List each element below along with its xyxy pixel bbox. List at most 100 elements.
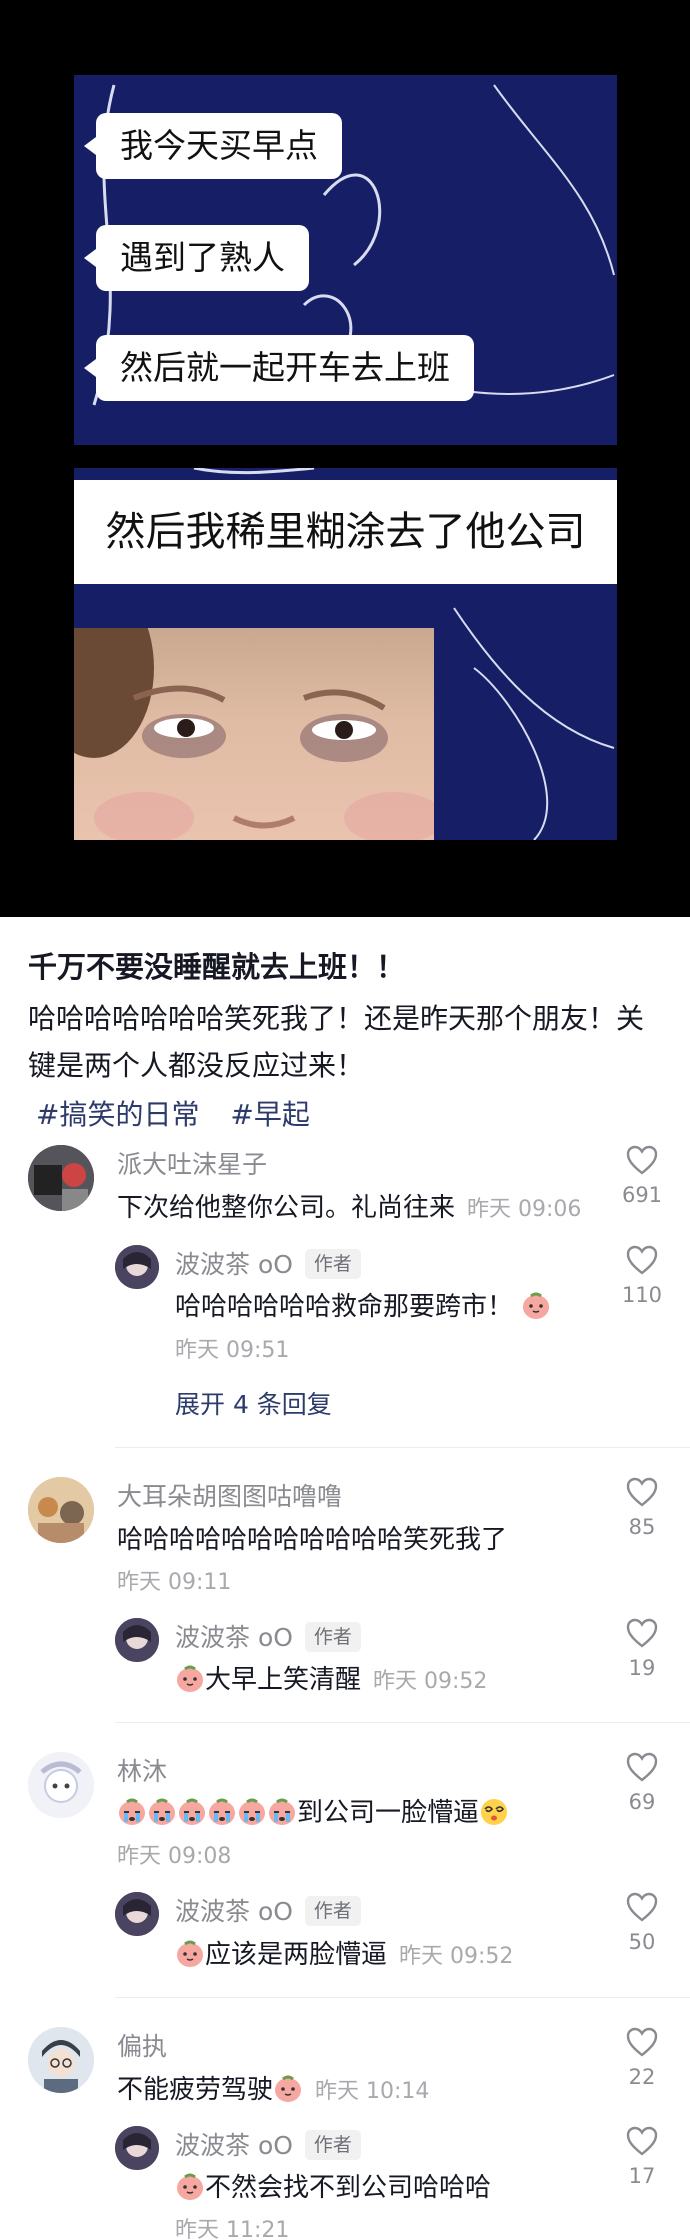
video-frame-chat: 我今天买早点 遇到了熟人 然后就一起开车去上班 (74, 75, 617, 445)
heart-outline-icon (626, 1618, 658, 1648)
reply-time: 昨天 11:21 (175, 2218, 290, 2240)
reply-author-name[interactable]: 波波茶 oO (175, 1250, 293, 1279)
comment-body: 到公司一脸懵逼 (297, 1798, 480, 1828)
reply-time: 昨天 09:52 (399, 1944, 514, 1969)
avatar[interactable] (28, 2027, 94, 2093)
heart-outline-icon (626, 2027, 658, 2057)
divider (115, 1997, 690, 1998)
hashtag-list: #搞笑的日常 #早起 (36, 1093, 332, 1133)
peach-emoji-icon (523, 1292, 550, 1319)
reply-body: 应该是两脸懵逼 (205, 1940, 388, 1970)
reply-username: 波波茶 oO 作者 (175, 1892, 361, 1928)
reply-time: 昨天 09:51 (175, 1338, 290, 1363)
author-badge: 作者 (304, 2130, 361, 2160)
avatar[interactable] (115, 1618, 159, 1662)
author-badge: 作者 (304, 1622, 361, 1652)
reply-body: 不然会找不到公司哈哈哈 (205, 2173, 492, 2203)
comment-text: 下次给他整你公司。礼尚往来 昨天 09:06 (117, 1187, 581, 1224)
heart-outline-icon (626, 1245, 658, 1275)
like-count: 691 (621, 1183, 663, 1207)
reply-text: 哈哈哈哈哈哈救命那要跨市！ (175, 1286, 551, 1323)
expand-replies-button[interactable]: 展开 4 条回复 (175, 1385, 332, 1421)
like-count: 50 (628, 1930, 656, 1954)
crying-emoji-icon (269, 1798, 295, 1825)
avatar[interactable] (28, 1752, 94, 1818)
reply-author-name[interactable]: 波波茶 oO (175, 1897, 293, 1926)
like-button[interactable] (620, 1752, 664, 1782)
avatar[interactable] (115, 1245, 159, 1289)
comment-body: 哈哈哈哈哈哈哈哈哈哈哈笑死我了 (117, 1525, 508, 1555)
reply-username: 波波茶 oO 作者 (175, 1245, 361, 1281)
comment-body: 下次给他整你公司。礼尚往来 (117, 1193, 456, 1223)
like-count: 85 (628, 1515, 656, 1539)
comment-body: 不能疲劳驾驶 (117, 2075, 274, 2105)
heart-outline-icon (626, 1477, 658, 1507)
divider (115, 1722, 690, 1723)
crying-emoji-icon (209, 1798, 235, 1825)
reply-body: 大早上笑清醒 (205, 1665, 362, 1695)
like-button[interactable] (620, 1892, 664, 1922)
peach-emoji-icon (275, 2075, 302, 2102)
post-title: 千万不要没睡醒就去上班！！ (28, 950, 406, 984)
hashtag-1[interactable]: #搞笑的日常 (36, 1098, 199, 1131)
like-button[interactable] (620, 1477, 664, 1507)
author-badge: 作者 (304, 1249, 361, 1279)
comment-username[interactable]: 派大吐沫星子 (117, 1145, 267, 1181)
avatar[interactable] (115, 1892, 159, 1936)
crying-emoji-icon (149, 1798, 175, 1825)
chat-bubble-2: 遇到了熟人 (84, 225, 309, 291)
avatar[interactable] (115, 2126, 159, 2170)
like-count: 22 (628, 2065, 656, 2089)
heart-outline-icon (626, 2126, 658, 2156)
comment-text: 到公司一脸懵逼 (117, 1792, 509, 1829)
reply-time: 昨天 09:52 (373, 1669, 488, 1694)
like-button[interactable] (620, 1145, 664, 1175)
like-count: 17 (628, 2164, 656, 2188)
divider (115, 1447, 690, 1448)
peach-emoji-icon (177, 1665, 203, 1692)
reply-body: 哈哈哈哈哈哈救命那要跨市！ (175, 1292, 514, 1322)
reply-text: 大早上笑清醒 昨天 09:52 (175, 1659, 487, 1696)
comment-username[interactable]: 偏执 (117, 2027, 167, 2063)
comment-time: 昨天 09:06 (467, 1197, 582, 1222)
crying-emoji-icon (179, 1798, 205, 1825)
comment-time: 昨天 09:11 (117, 1570, 232, 1595)
video-caption: 然后我稀里糊涂去了他公司 (74, 480, 617, 584)
reply-author-name[interactable]: 波波茶 oO (175, 2131, 293, 2160)
heart-outline-icon (626, 1892, 658, 1922)
heart-outline-icon (626, 1752, 658, 1782)
comment-text: 不能疲劳驾驶 昨天 10:14 (117, 2069, 429, 2106)
child-face-image (74, 628, 434, 840)
chat-bubble-1: 我今天买早点 (84, 113, 342, 179)
reply-username: 波波茶 oO 作者 (175, 2126, 361, 2162)
like-count: 69 (628, 1790, 656, 1814)
reply-text: 不然会找不到公司哈哈哈 (175, 2167, 491, 2204)
like-count: 19 (628, 1656, 656, 1680)
like-button[interactable] (620, 1618, 664, 1648)
like-button[interactable] (620, 2126, 664, 2156)
video-player[interactable]: 我今天买早点 遇到了熟人 然后就一起开车去上班 然后我稀里糊涂去了他公司 (0, 0, 690, 917)
reply-username: 波波茶 oO 作者 (175, 1618, 361, 1654)
video-frame-caption: 然后我稀里糊涂去了他公司 (74, 468, 617, 840)
avatar[interactable] (28, 1477, 94, 1543)
chat-bubble-3: 然后就一起开车去上班 (84, 335, 474, 401)
comment-username[interactable]: 林沐 (117, 1752, 167, 1788)
reply-text: 应该是两脸懵逼 昨天 09:52 (175, 1934, 513, 1971)
heart-outline-icon (626, 1145, 658, 1175)
avatar[interactable] (28, 1145, 94, 1211)
like-count: 110 (621, 1283, 663, 1307)
hashtag-2[interactable]: #早起 (230, 1098, 309, 1131)
like-button[interactable] (620, 1245, 664, 1275)
like-button[interactable] (620, 2027, 664, 2057)
comment-time: 昨天 10:14 (315, 2079, 430, 2104)
peach-emoji-icon (177, 2173, 203, 2200)
reply-author-name[interactable]: 波波茶 oO (175, 1623, 293, 1652)
author-badge: 作者 (304, 1896, 361, 1926)
crying-emoji-icon (119, 1798, 145, 1825)
comment-time: 昨天 09:08 (117, 1844, 232, 1869)
dizzy-emoji-icon (481, 1799, 508, 1825)
peach-emoji-icon (177, 1940, 203, 1967)
crying-emoji-icon (239, 1798, 265, 1825)
comment-username[interactable]: 大耳朵胡图图咕噜噜 (117, 1477, 342, 1513)
post-body: 哈哈哈哈哈哈哈笑死我了！还是昨天那个朋友！关键是两个人都没反应过来！ (28, 1002, 645, 1082)
